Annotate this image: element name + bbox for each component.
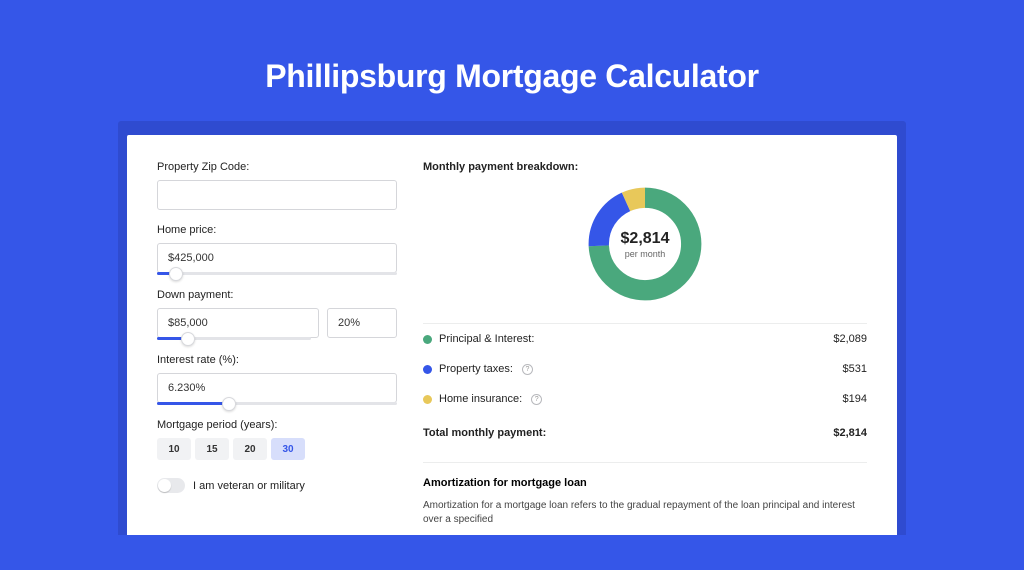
- field-home-price: Home price:: [157, 224, 397, 275]
- breakdown-label-taxes: Property taxes:: [439, 363, 513, 375]
- down-payment-pct-input[interactable]: [327, 308, 397, 338]
- amortization-title: Amortization for mortgage loan: [423, 477, 867, 489]
- period-option-20[interactable]: 20: [233, 438, 267, 460]
- field-down-payment: Down payment:: [157, 289, 397, 340]
- donut-wrap: $2,814 per month: [423, 183, 867, 305]
- breakdown-row-insurance: Home insurance: ? $194: [423, 384, 867, 414]
- home-price-label: Home price:: [157, 224, 397, 236]
- down-payment-slider-thumb[interactable]: [181, 332, 195, 346]
- mortgage-period-group: 10 15 20 30: [157, 438, 397, 460]
- breakdown-value-taxes: $531: [843, 363, 867, 375]
- breakdown-row-taxes: Property taxes: ? $531: [423, 354, 867, 384]
- amortization-text: Amortization for a mortgage loan refers …: [423, 499, 867, 527]
- inputs-column: Property Zip Code: Home price: Down paym…: [157, 161, 397, 535]
- field-mortgage-period: Mortgage period (years): 10 15 20 30: [157, 419, 397, 460]
- breakdown-value-principal: $2,089: [833, 333, 867, 345]
- legend-dot-green: [423, 335, 432, 344]
- breakdown-row-principal: Principal & Interest: $2,089: [423, 324, 867, 354]
- veteran-toggle[interactable]: [157, 478, 185, 493]
- breakdown-total-label: Total monthly payment:: [423, 427, 546, 439]
- breakdown-total-value: $2,814: [833, 427, 867, 439]
- interest-rate-slider-thumb[interactable]: [222, 397, 236, 411]
- calculator-card: Property Zip Code: Home price: Down paym…: [127, 135, 897, 535]
- help-icon[interactable]: ?: [531, 394, 542, 405]
- down-payment-label: Down payment:: [157, 289, 397, 301]
- period-option-30[interactable]: 30: [271, 438, 305, 460]
- results-column: Monthly payment breakdown: $2,814 per mo…: [423, 161, 867, 535]
- page-title: Phillipsburg Mortgage Calculator: [0, 58, 1024, 95]
- veteran-toggle-knob: [158, 479, 171, 492]
- breakdown-label-insurance: Home insurance:: [439, 393, 522, 405]
- interest-rate-slider-fill: [157, 402, 229, 405]
- breakdown-value-insurance: $194: [843, 393, 867, 405]
- help-icon[interactable]: ?: [522, 364, 533, 375]
- legend-dot-blue: [423, 365, 432, 374]
- interest-rate-input[interactable]: [157, 373, 397, 403]
- field-interest-rate: Interest rate (%):: [157, 354, 397, 405]
- donut-center: $2,814 per month: [584, 183, 706, 305]
- zip-input[interactable]: [157, 180, 397, 210]
- home-price-slider-thumb[interactable]: [169, 267, 183, 281]
- donut-chart: $2,814 per month: [584, 183, 706, 305]
- breakdown-label-principal: Principal & Interest:: [439, 333, 534, 345]
- interest-rate-label: Interest rate (%):: [157, 354, 397, 366]
- donut-center-value: $2,814: [621, 230, 670, 248]
- veteran-label: I am veteran or military: [193, 480, 305, 492]
- home-price-input[interactable]: [157, 243, 397, 273]
- breakdown-title: Monthly payment breakdown:: [423, 161, 867, 173]
- period-option-15[interactable]: 15: [195, 438, 229, 460]
- mortgage-period-label: Mortgage period (years):: [157, 419, 397, 431]
- card-shadow: Property Zip Code: Home price: Down paym…: [118, 121, 906, 535]
- veteran-toggle-row: I am veteran or military: [157, 478, 397, 493]
- zip-label: Property Zip Code:: [157, 161, 397, 173]
- interest-rate-slider[interactable]: [157, 402, 397, 405]
- period-option-10[interactable]: 10: [157, 438, 191, 460]
- home-price-slider[interactable]: [157, 272, 397, 275]
- donut-center-sub: per month: [625, 249, 666, 259]
- amortization-block: Amortization for mortgage loan Amortizat…: [423, 462, 867, 527]
- breakdown-row-total: Total monthly payment: $2,814: [423, 416, 867, 448]
- legend-dot-yellow: [423, 395, 432, 404]
- down-payment-slider[interactable]: [157, 337, 311, 340]
- field-zip: Property Zip Code:: [157, 161, 397, 210]
